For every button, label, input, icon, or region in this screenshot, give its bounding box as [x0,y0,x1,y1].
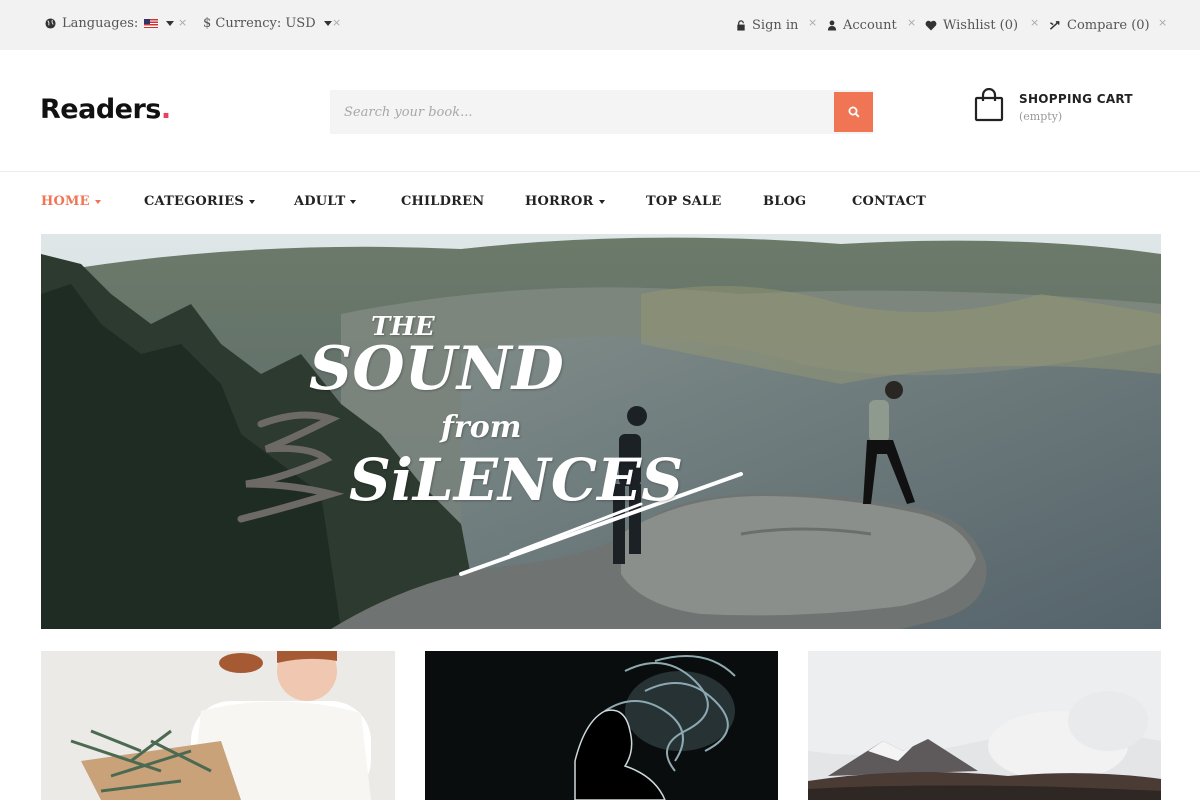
search-icon [848,106,860,118]
shuffle-icon [1049,20,1060,30]
languages-label: Languages: [62,15,139,31]
hero-line-2: SOUND [309,334,564,404]
globe-icon [45,17,56,29]
nav-item-label: CHILDREN [401,194,485,209]
hero-image [41,234,1161,629]
nav-item-categories[interactable]: CATEGORIES [144,194,255,209]
us-flag-icon [144,18,159,28]
hero-line-3: from [441,410,522,445]
chevron-down-icon [598,199,605,204]
nav-item-top-sale[interactable]: TOP SALE [646,194,721,209]
main-nav: HOME CATEGORIES ADULT CHILDREN HORROR TO… [0,172,1200,232]
nav-item-label: HORROR [525,194,594,209]
user-icon [827,20,837,31]
promo-card-3[interactable] [808,651,1161,800]
compare-link[interactable]: Compare (0) [1049,16,1150,34]
logo-dot: . [160,94,171,125]
wishlist-label: Wishlist (0) [943,17,1019,33]
separator: × [1158,16,1168,29]
cart-status: (empty) [1019,110,1063,123]
nav-item-children[interactable]: CHILDREN [401,194,484,209]
chevron-down-icon [323,20,332,26]
search-button[interactable] [834,92,873,132]
shopping-bag-icon [974,88,1004,122]
currency-selector[interactable]: $ Currency: USD [203,14,332,32]
compare-label: Compare (0) [1067,17,1150,33]
logo-text: Readers [40,94,161,125]
separator: × [808,16,818,29]
cart-title: SHOPPING CART [1019,92,1133,106]
promo-card-1[interactable] [41,651,395,800]
nav-item-label: HOME [41,194,90,209]
nav-item-label: TOP SALE [646,194,722,209]
lock-icon [737,19,745,31]
promo-image-1 [41,651,395,800]
top-bar: Languages: × $ Currency: USD × Sign in ×… [0,0,1200,50]
separator: × [907,16,917,29]
nav-item-label: BLOG [763,194,807,209]
nav-item-label: ADULT [294,194,346,209]
nav-item-contact[interactable]: CONTACT [852,194,926,209]
languages-selector[interactable]: Languages: [45,14,175,32]
hero-banner[interactable]: THE SOUND from SiLENCES [41,234,1161,629]
site-logo[interactable]: Readers. [40,94,171,125]
promo-image-2 [425,651,778,800]
sign-in-label: Sign in [752,17,799,33]
account-label: Account [843,17,897,33]
promo-image-3 [808,651,1161,800]
search-input[interactable] [330,90,834,134]
chevron-down-icon [94,199,101,204]
site-header: Readers. SHOPPING CART (empty) [0,50,1200,172]
heart-icon [925,20,937,30]
shopping-cart[interactable]: SHOPPING CART (empty) [974,88,1174,128]
nav-item-label: CATEGORIES [144,194,244,209]
search-box [330,90,873,134]
chevron-down-icon [166,20,175,26]
separator: × [178,16,188,29]
account-link[interactable]: Account [827,16,897,34]
separator: × [332,16,342,29]
nav-item-label: CONTACT [852,194,927,209]
nav-item-home[interactable]: HOME [41,194,101,209]
currency-label: $ Currency: USD [203,15,316,31]
nav-item-horror[interactable]: HORROR [525,194,605,209]
nav-item-blog[interactable]: BLOG [763,194,806,209]
sign-in-link[interactable]: Sign in [736,16,798,34]
nav-item-adult[interactable]: ADULT [294,194,357,209]
chevron-down-icon [248,199,255,204]
wishlist-link[interactable]: Wishlist (0) [925,16,1018,34]
chevron-down-icon [350,199,357,204]
hero-line-4: SiLENCES [349,446,684,514]
separator: × [1030,16,1040,29]
promo-card-2[interactable] [425,651,778,800]
